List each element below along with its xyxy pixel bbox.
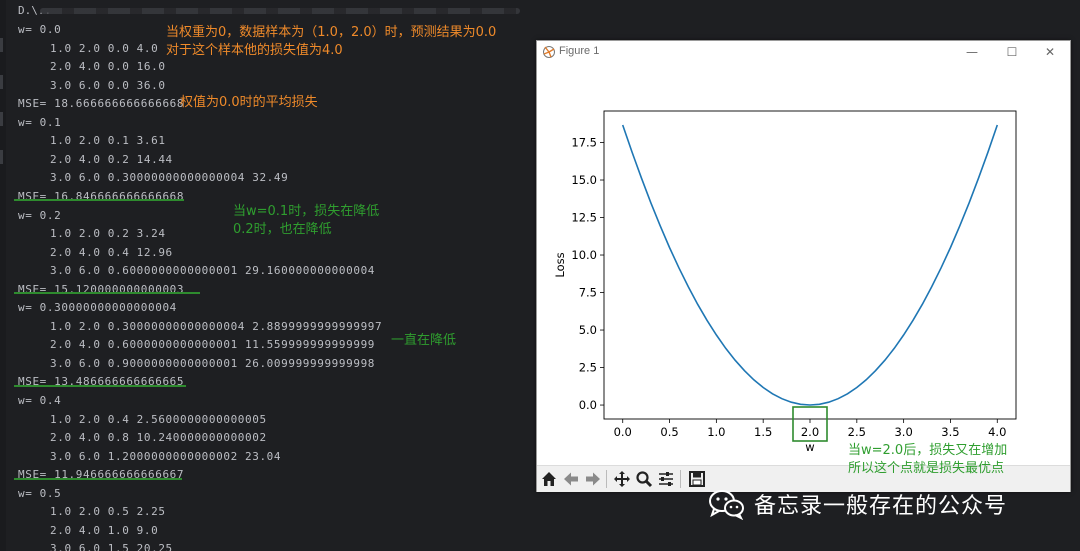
toolbar-separator bbox=[606, 470, 607, 488]
weight-line: w= 0.30000000000000004 bbox=[18, 301, 177, 315]
x-tick-label: 0.0 bbox=[614, 425, 632, 439]
annotation-keeps-decreasing: 一直在降低 bbox=[391, 333, 457, 348]
close-button[interactable]: ✕ bbox=[1035, 43, 1065, 61]
x-tick-label: 2.0 bbox=[801, 425, 819, 439]
loss-curve-line bbox=[621, 124, 999, 406]
sample-line: 1.0 2.0 0.30000000000000004 2.8899999999… bbox=[50, 319, 383, 333]
mse-underline bbox=[14, 292, 200, 294]
sample-line: 1.0 2.0 0.4 2.5600000000000005 bbox=[50, 412, 267, 426]
wechat-watermark: 备忘录一般存在的公众号 bbox=[708, 488, 1007, 520]
sample-line: 1.0 2.0 0.1 3.61 bbox=[50, 134, 166, 148]
annotation-average-loss: 权值为0.0时的平均损失 bbox=[180, 95, 318, 110]
annotation-weight-zero: 当权重为0，数据样本为（1.0，2.0）时，预测结果为0.0 对于这个样本他的损… bbox=[166, 25, 497, 58]
x-axis-label: w bbox=[805, 440, 814, 454]
blurred-command-path bbox=[40, 8, 520, 14]
sample-line: 1.0 2.0 0.5 2.25 bbox=[50, 505, 166, 519]
x-tick-label: 0.5 bbox=[660, 425, 678, 439]
axes-frame bbox=[603, 110, 1017, 420]
y-tick-label: 7.5 bbox=[579, 286, 597, 300]
figure-title: Figure 1 bbox=[559, 45, 600, 57]
y-tick-label: 10.0 bbox=[571, 248, 597, 262]
back-arrow-icon[interactable] bbox=[561, 469, 581, 489]
minimize-button[interactable]: — bbox=[957, 43, 987, 61]
figure-titlebar[interactable]: Figure 1 — ☐ ✕ bbox=[537, 41, 1070, 63]
x-tick-label: 2.5 bbox=[848, 425, 866, 439]
plot-canvas[interactable]: 0.0 0.5 1.0 1.5 2.0 2.5 3.0 3.5 4.0 0.0 2.5 5.0 7.5 1… bbox=[537, 63, 1070, 463]
sample-line: 3.0 6.0 0.6000000000000001 29.1600000000… bbox=[50, 264, 376, 278]
sample-line: 3.0 6.0 1.5 20.25 bbox=[50, 542, 173, 551]
weight-line: w= 0.5 bbox=[18, 486, 62, 500]
watermark-text: 备忘录一般存在的公众号 bbox=[754, 494, 1008, 519]
configure-subplots-icon[interactable] bbox=[656, 469, 676, 489]
sample-line: 3.0 6.0 0.9000000000000001 26.0099999999… bbox=[50, 356, 376, 370]
sample-line: 3.0 6.0 1.2000000000000002 23.04 bbox=[50, 449, 282, 463]
weight-line: w= 0.0 bbox=[18, 23, 62, 36]
pan-icon[interactable] bbox=[612, 469, 632, 489]
home-icon[interactable] bbox=[539, 469, 559, 489]
sample-line: 2.0 4.0 0.8 10.240000000000002 bbox=[50, 431, 267, 445]
sample-line: 1.0 2.0 0.2 3.24 bbox=[50, 227, 166, 241]
figure-window[interactable]: Figure 1 — ☐ ✕ 0.0 0.5 1.0 1.5 2.0 2.5 3.0 3.5 4… bbox=[536, 40, 1071, 492]
toolbar-separator bbox=[680, 470, 681, 488]
mse-underline bbox=[14, 385, 186, 387]
sample-line: 3.0 6.0 0.30000000000000004 32.49 bbox=[50, 171, 289, 185]
y-tick-label: 2.5 bbox=[579, 361, 597, 375]
sample-line: 2.0 4.0 1.0 9.0 bbox=[50, 523, 159, 537]
y-tick-label: 15.0 bbox=[571, 173, 597, 187]
save-icon[interactable] bbox=[687, 469, 707, 489]
x-tick-label: 1.0 bbox=[707, 425, 725, 439]
x-tick-label: 4.0 bbox=[988, 425, 1006, 439]
y-tick-label: 12.5 bbox=[571, 211, 597, 225]
sample-line: 2.0 4.0 0.2 14.44 bbox=[50, 152, 173, 166]
wechat-icon bbox=[709, 490, 744, 520]
x-tick-label: 3.0 bbox=[894, 425, 912, 439]
console-gutter bbox=[0, 0, 6, 551]
y-axis-label: Loss bbox=[553, 252, 567, 277]
x-tick-label: 3.5 bbox=[941, 425, 959, 439]
mse-underline bbox=[14, 478, 182, 480]
weight-line: w= 0.4 bbox=[18, 394, 62, 407]
annotation-loss-decreasing: 当w=0.1时，损失在降低 0.2时，也在降低 bbox=[233, 204, 380, 237]
x-tick-label: 1.5 bbox=[754, 425, 772, 439]
weight-line: w= 0.1 bbox=[18, 115, 62, 129]
mse-line: MSE= 18.666666666666668 bbox=[18, 97, 185, 111]
annotation-loss-increasing: 当w=2.0后，损失又在增加 所以这个点就是损失最优点 bbox=[848, 443, 1008, 476]
sample-line: 2.0 4.0 0.6000000000000001 11.5599999999… bbox=[50, 338, 376, 352]
y-tick-label: 5.0 bbox=[579, 323, 597, 337]
mse-underline bbox=[14, 199, 184, 201]
run-console[interactable]: D.\.. w= 0.0 1.0 2.0 0.0 4.0 2.0 4.0 0.0 1… bbox=[0, 0, 530, 551]
sample-line: 2.0 4.0 0.0 16.0 bbox=[50, 60, 166, 74]
sample-line: 3.0 6.0 0.0 36.0 bbox=[50, 78, 166, 92]
zoom-icon[interactable] bbox=[634, 469, 654, 489]
loss-chart: 0.0 0.5 1.0 1.5 2.0 2.5 3.0 3.5 4.0 0.0 2.5 5.0 7.5 1… bbox=[553, 110, 1017, 454]
maximize-button[interactable]: ☐ bbox=[997, 43, 1027, 61]
screenshot-root: D.\.. w= 0.0 1.0 2.0 0.0 4.0 2.0 4.0 0.0 1… bbox=[0, 0, 1080, 551]
matplotlib-app-icon bbox=[543, 46, 555, 58]
forward-arrow-icon[interactable] bbox=[583, 469, 603, 489]
y-tick-label: 17.5 bbox=[571, 136, 597, 150]
weight-line: w= 0.2 bbox=[18, 208, 62, 222]
y-tick-label: 0.0 bbox=[579, 398, 597, 412]
sample-line: 2.0 4.0 0.4 12.96 bbox=[50, 245, 173, 259]
sample-line: 1.0 2.0 0.0 4.0 bbox=[50, 41, 159, 55]
